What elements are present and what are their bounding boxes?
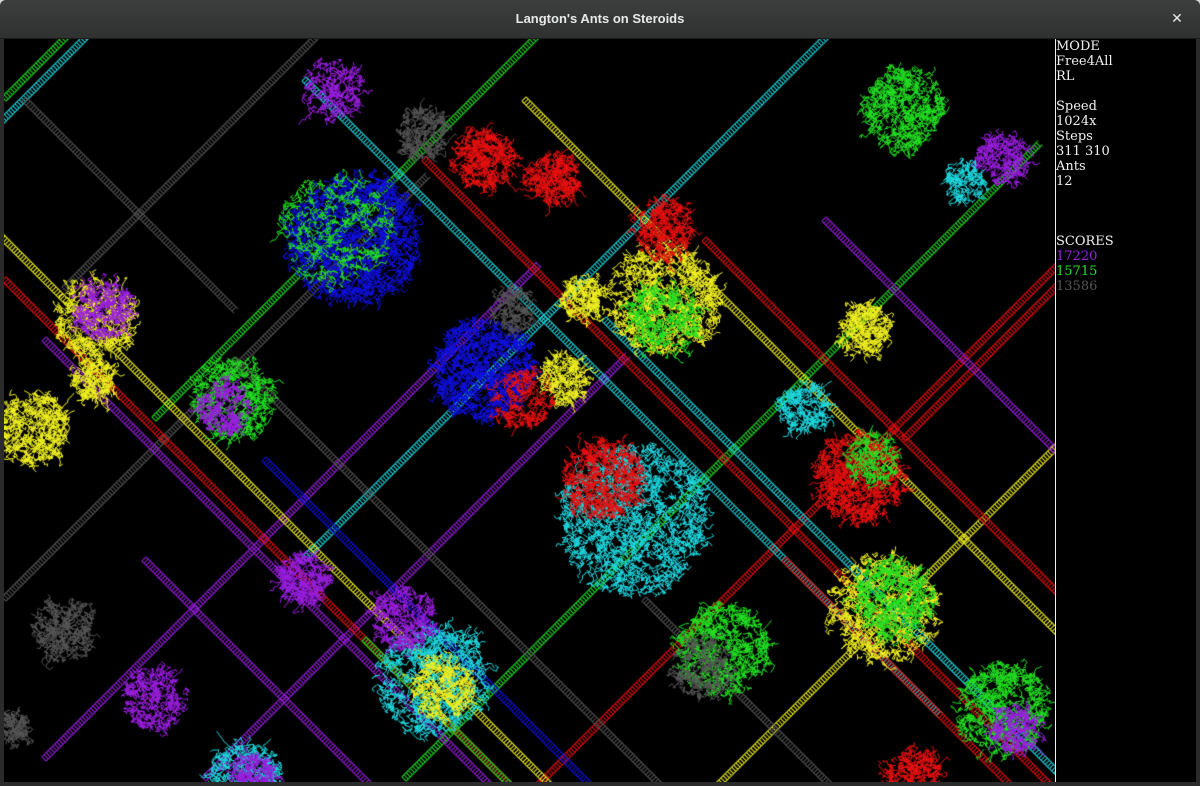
stats-sidebar: MODE Free4All RL Speed 1024x Steps 311 3… — [1056, 39, 1196, 782]
simulation-canvas-area[interactable] — [4, 39, 1055, 782]
close-icon[interactable]: ✕ — [1168, 10, 1186, 28]
ants-value: 12 — [1056, 174, 1073, 189]
rule-value: RL — [1056, 69, 1075, 84]
score-entry-2: 15715 — [1056, 264, 1098, 279]
speed-value: 1024x — [1056, 114, 1097, 129]
score-entry-1: 17220 — [1056, 249, 1098, 264]
steps-value: 311 310 — [1056, 144, 1110, 159]
mode-label: MODE — [1056, 39, 1100, 54]
scores-label: SCORES — [1056, 234, 1114, 249]
window-title: Langton's Ants on Steroids — [515, 11, 685, 26]
steps-label: Steps — [1056, 129, 1093, 144]
title-bar[interactable]: Langton's Ants on Steroids ✕ — [0, 0, 1200, 39]
app-window: Langton's Ants on Steroids ✕ MODE Free4A… — [0, 0, 1200, 786]
simulation-canvas[interactable] — [4, 39, 1055, 782]
score-entry-3: 13586 — [1056, 279, 1098, 294]
mode-value: Free4All — [1056, 54, 1113, 69]
speed-label: Speed — [1056, 99, 1097, 114]
ants-label: Ants — [1056, 159, 1086, 174]
